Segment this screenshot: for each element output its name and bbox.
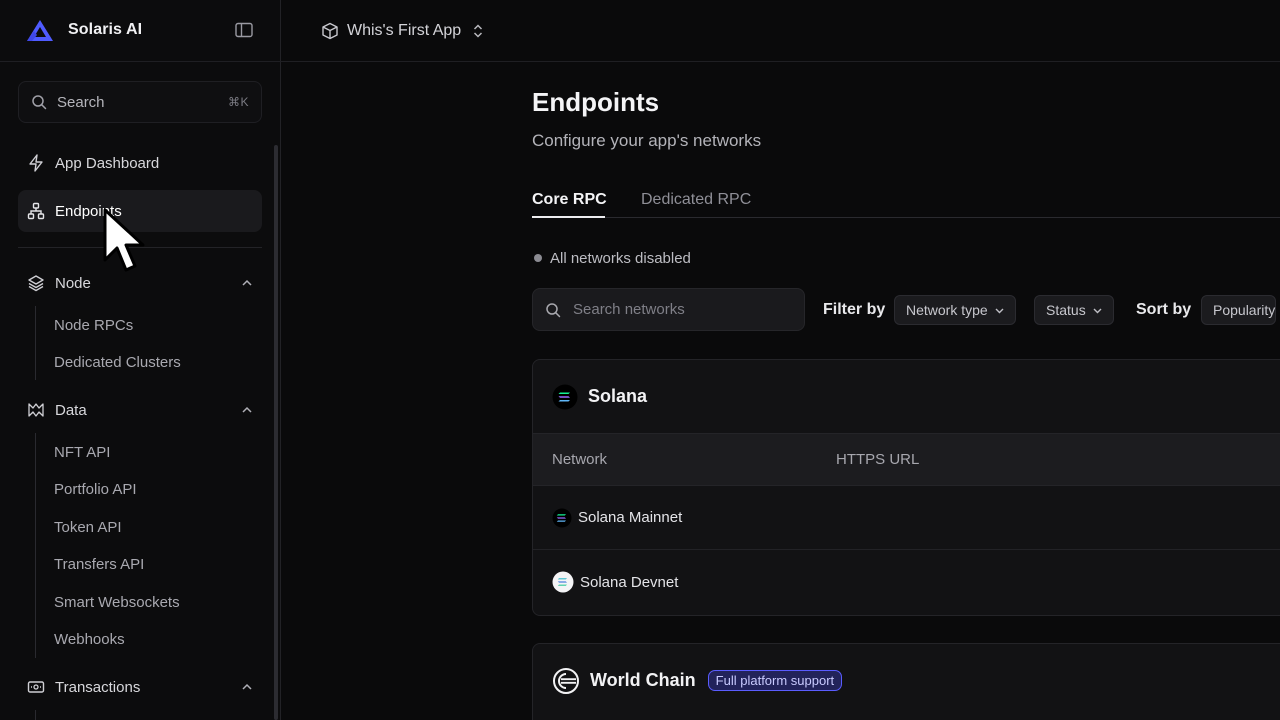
sort-label: Sort by xyxy=(1136,301,1192,318)
sidebar-sub-item-node-rpcs[interactable]: Node RPCs xyxy=(54,316,133,336)
card-header[interactable]: Solana xyxy=(533,360,1280,433)
status-dot xyxy=(534,254,542,262)
table-header: Network HTTPS URL xyxy=(533,433,1280,486)
layers-icon xyxy=(27,274,45,292)
sidebar-group-label: Transactions xyxy=(55,678,141,696)
tab-dedicated-rpc[interactable]: Dedicated RPC xyxy=(641,190,751,210)
search-shortcut: ⌘K xyxy=(227,95,249,109)
sidebar-sub-item-portfolio-api[interactable]: Portfolio API xyxy=(54,480,137,500)
chevron-down-icon xyxy=(995,308,1004,313)
bolt-icon xyxy=(27,154,45,172)
sidebar-divider xyxy=(18,247,262,248)
tabs-divider xyxy=(532,217,1280,218)
world-chain-logo-icon xyxy=(553,667,579,694)
sidebar-search-label: Search xyxy=(57,93,105,111)
search-icon xyxy=(32,95,47,110)
sidebar-toggle-icon[interactable] xyxy=(235,22,253,38)
sidebar-item-label: App Dashboard xyxy=(55,154,160,172)
card-title: Solana xyxy=(588,386,648,406)
card-header[interactable]: World Chain Full platform support xyxy=(533,644,1280,717)
sidebar-group-data[interactable]: Data xyxy=(18,393,262,427)
network-type-filter[interactable]: Network type xyxy=(894,295,1016,325)
network-search-input[interactable] xyxy=(573,301,773,318)
sidebar-item-endpoints[interactable]: Endpoints xyxy=(18,190,262,232)
chevron-up-icon xyxy=(242,406,252,413)
solana-mainnet-icon xyxy=(552,508,572,527)
cube-icon xyxy=(322,22,338,40)
status-filter-label: Status xyxy=(1046,302,1086,318)
sidebar-sub-item-smart-websockets[interactable]: Smart Websockets xyxy=(54,593,180,613)
page-title: Endpoints xyxy=(532,87,660,117)
data-icon xyxy=(27,401,45,419)
chevron-up-down-icon xyxy=(474,24,483,38)
sidebar-divider xyxy=(0,61,281,62)
sidebar-group-transactions[interactable]: Transactions xyxy=(18,670,262,704)
sidebar-group-label: Node xyxy=(55,274,91,292)
network-card-world-chain: World Chain Full platform support xyxy=(532,643,1280,720)
table-row[interactable]: Solana Mainnet xyxy=(533,486,1280,550)
network-card-solana: Solana Network HTTPS URL Solana Mainnet … xyxy=(532,359,1280,616)
status-filter[interactable]: Status xyxy=(1034,295,1114,325)
ticket-icon xyxy=(27,678,45,696)
network-name: Solana Mainnet xyxy=(578,509,683,526)
brand-name: Solaris AI xyxy=(68,21,143,38)
sort-dropdown[interactable]: Popularity xyxy=(1201,295,1277,325)
card-title: World Chain xyxy=(590,670,696,690)
sort-value: Popularity xyxy=(1213,302,1276,318)
chevron-down-icon xyxy=(1093,308,1102,313)
page-subtitle: Configure your app's networks xyxy=(532,131,762,150)
sidebar-sub-item-dedicated-clusters[interactable]: Dedicated Clusters xyxy=(54,353,181,373)
search-icon xyxy=(546,302,561,317)
sidebar-group-node[interactable]: Node xyxy=(18,266,262,300)
tab-core-rpc[interactable]: Core RPC xyxy=(532,190,607,210)
sub-nav-line xyxy=(35,710,36,720)
column-header-network: Network xyxy=(552,451,608,468)
sidebar-scrollbar[interactable] xyxy=(274,145,278,720)
sidebar: Solaris AI Search ⌘K App Dashboard Endpo… xyxy=(0,0,281,720)
sub-nav-line xyxy=(35,433,36,658)
sidebar-sub-item-nft-api[interactable]: NFT API xyxy=(54,443,110,463)
sidebar-sub-item-webhooks[interactable]: Webhooks xyxy=(54,630,125,650)
app-switcher[interactable]: Whis's First App xyxy=(321,19,485,43)
sidebar-item-label: Endpoints xyxy=(55,202,122,220)
active-tab-indicator xyxy=(532,216,605,218)
solaris-logo-icon xyxy=(27,20,53,41)
sidebar-item-app-dashboard[interactable]: App Dashboard xyxy=(18,142,262,184)
sidebar-search[interactable]: Search ⌘K xyxy=(18,81,262,123)
app-name: Whis's First App xyxy=(347,22,462,39)
platform-support-badge: Full platform support xyxy=(707,670,843,691)
solana-logo-icon xyxy=(552,384,578,409)
status-text: All networks disabled xyxy=(550,249,691,267)
network-type-filter-label: Network type xyxy=(906,302,988,318)
filter-label: Filter by xyxy=(823,301,886,318)
network-search[interactable] xyxy=(532,288,805,331)
sidebar-sub-item-token-api[interactable]: Token API xyxy=(54,518,122,538)
sidebar-sub-item-transfers-api[interactable]: Transfers API xyxy=(54,555,144,575)
network-name: Solana Devnet xyxy=(580,573,679,591)
network-status: All networks disabled xyxy=(534,249,691,267)
chevron-up-icon xyxy=(242,279,252,286)
network-icon xyxy=(27,202,45,220)
sidebar-group-label: Data xyxy=(55,401,87,419)
sub-nav-line xyxy=(35,306,36,380)
column-header-https-url: HTTPS URL xyxy=(836,451,920,468)
solana-devnet-icon xyxy=(552,571,574,593)
chevron-up-icon xyxy=(242,683,252,690)
table-row[interactable]: Solana Devnet xyxy=(533,550,1280,614)
topbar-divider xyxy=(281,61,1280,62)
brand[interactable]: Solaris AI xyxy=(26,18,142,42)
